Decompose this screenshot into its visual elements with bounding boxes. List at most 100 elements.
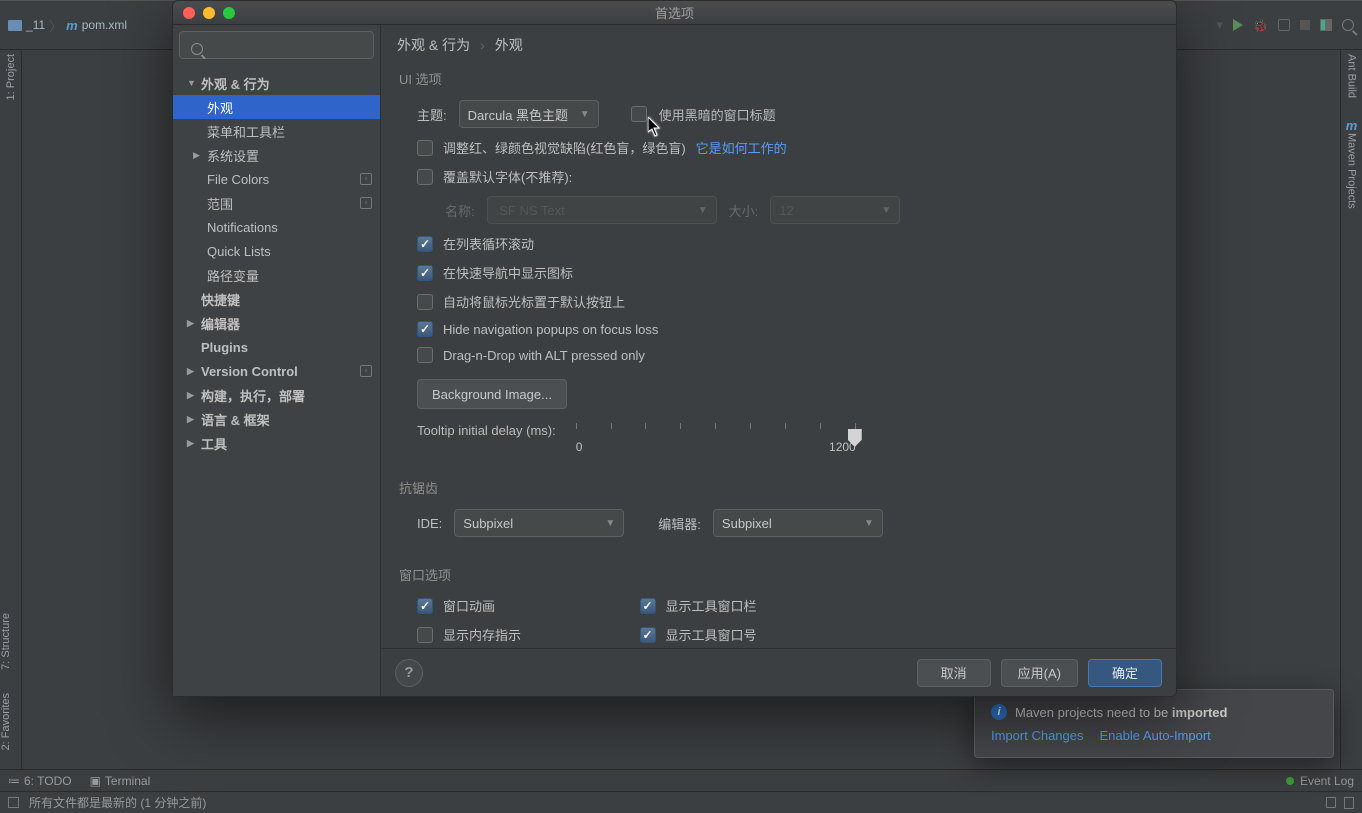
hector-icon[interactable] <box>1344 797 1354 809</box>
tooltip-delay-slider[interactable]: 01200 <box>576 423 856 454</box>
chevron-down-icon: ▼ <box>881 205 891 216</box>
coverage-icon[interactable] <box>1278 19 1290 31</box>
chevron-down-icon: ▼ <box>580 109 590 120</box>
how-it-works-link[interactable]: 它是如何工作的 <box>696 138 787 157</box>
breadcrumb-sep: 〉 <box>49 16 62 35</box>
tree-quick-lists[interactable]: Quick Lists <box>173 239 380 263</box>
show-bars-checkbox[interactable] <box>640 598 656 614</box>
aa-editor-select[interactable]: Subpixel▼ <box>713 509 883 537</box>
toolwindow-maven[interactable]: Maven Projects <box>1346 133 1358 209</box>
window-options-section: 窗口选项 <box>399 565 1158 584</box>
run-config-dropdown[interactable]: ▾ <box>1217 17 1224 33</box>
tree-vcs[interactable]: Version Control▫ <box>173 359 380 383</box>
dnd-alt-checkbox[interactable] <box>417 347 433 363</box>
todo-toolwindow[interactable]: ≔6: TODO <box>8 774 72 788</box>
settings-tree: 外观 & 行为 外观 菜单和工具栏 系统设置 File Colors▫ 范围▫ … <box>173 65 380 696</box>
maven-m-icon: m <box>1346 118 1358 133</box>
dialog-title: 首选项 <box>655 3 694 22</box>
preferences-dialog: 首选项 外观 & 行为 外观 菜单和工具栏 系统设置 File Colors▫ … <box>172 0 1177 697</box>
stop-icon[interactable] <box>1300 20 1310 30</box>
settings-search-input[interactable] <box>179 31 374 59</box>
lock-icon[interactable] <box>1326 797 1336 808</box>
font-name-label: 名称: <box>445 201 475 220</box>
ok-button[interactable]: 确定 <box>1088 659 1162 687</box>
memory-checkbox[interactable] <box>417 627 433 643</box>
tree-scopes[interactable]: 范围▫ <box>173 191 380 215</box>
maven-m-icon: m <box>66 18 78 33</box>
show-nums-checkbox[interactable] <box>640 627 656 643</box>
search-icon[interactable] <box>1342 19 1354 31</box>
import-changes-link[interactable]: Import Changes <box>991 728 1084 743</box>
font-size-select: 12▼ <box>770 196 900 224</box>
tree-lang[interactable]: 语言 & 框架 <box>173 407 380 431</box>
tree-tools[interactable]: 工具 <box>173 431 380 455</box>
ui-options-section: UI 选项 <box>399 69 1158 88</box>
use-dark-title-label: 使用黑暗的窗口标题 <box>659 105 776 124</box>
event-log[interactable]: Event Log <box>1300 774 1354 788</box>
tree-notifications[interactable]: Notifications <box>173 215 380 239</box>
project-scope-icon: ▫ <box>360 365 372 377</box>
tree-file-colors[interactable]: File Colors▫ <box>173 167 380 191</box>
enable-auto-import-link[interactable]: Enable Auto-Import <box>1100 728 1211 743</box>
project-folder-icon <box>8 20 22 31</box>
run-icon[interactable] <box>1233 19 1243 31</box>
status-dot-icon <box>1286 777 1294 785</box>
hide-nav-checkbox[interactable] <box>417 321 433 337</box>
background-image-button[interactable]: Background Image... <box>417 379 567 409</box>
tree-menus[interactable]: 菜单和工具栏 <box>173 119 380 143</box>
tooltip-delay-label: Tooltip initial delay (ms): <box>417 423 556 438</box>
theme-label: 主题: <box>417 105 447 124</box>
layout-icon[interactable] <box>1320 19 1332 31</box>
chevron-down-icon: ▼ <box>864 518 874 529</box>
tree-path-vars[interactable]: 路径变量 <box>173 263 380 287</box>
tree-plugins[interactable]: Plugins <box>173 335 380 359</box>
breadcrumb-project[interactable]: _11 <box>26 18 45 32</box>
antialiasing-section: 抗锯齿 <box>399 478 1158 497</box>
toolwindow-structure[interactable]: 7: Structure <box>0 613 12 670</box>
close-icon[interactable] <box>183 7 195 19</box>
status-text: 所有文件都是最新的 (1 分钟之前) <box>29 794 206 811</box>
help-button[interactable]: ? <box>395 659 423 687</box>
settings-breadcrumb: 外观 & 行为›外观 <box>381 25 1176 65</box>
info-icon: i <box>991 704 1007 720</box>
breadcrumb-file[interactable]: pom.xml <box>82 18 127 32</box>
toolwindow-ant[interactable]: Ant Build <box>1346 54 1358 98</box>
show-icons-checkbox[interactable] <box>417 265 433 281</box>
chevron-down-icon: ▼ <box>698 205 708 216</box>
override-font-label: 覆盖默认字体(不推荐): <box>443 167 572 186</box>
apply-button[interactable]: 应用(A) <box>1001 659 1078 687</box>
toolwindow-toggle-icon[interactable] <box>8 797 19 808</box>
font-name-select: .SF NS Text▼ <box>487 196 717 224</box>
aa-editor-label: 编辑器: <box>658 514 701 533</box>
theme-select[interactable]: Darcula 黑色主题▼ <box>459 100 599 128</box>
use-dark-title-checkbox[interactable] <box>631 106 647 122</box>
maximize-icon[interactable] <box>223 7 235 19</box>
font-size-label: 大小: <box>729 201 759 220</box>
tree-editor[interactable]: 编辑器 <box>173 311 380 335</box>
search-icon <box>191 43 203 55</box>
cyclic-scroll-checkbox[interactable] <box>417 236 433 252</box>
notification-balloon: i Maven projects need to be imported Imp… <box>974 689 1334 758</box>
animate-checkbox[interactable] <box>417 598 433 614</box>
tree-build[interactable]: 构建，执行，部署 <box>173 383 380 407</box>
cancel-button[interactable]: 取消 <box>917 659 991 687</box>
color-blind-label: 调整红、绿颜色视觉缺陷(红色盲，绿色盲) <box>443 138 686 157</box>
aa-ide-label: IDE: <box>417 516 442 531</box>
balloon-title: Maven projects need to be imported <box>1015 705 1227 720</box>
aa-ide-select[interactable]: Subpixel▼ <box>454 509 624 537</box>
tree-appearance[interactable]: 外观 <box>173 95 380 119</box>
color-blind-checkbox[interactable] <box>417 140 433 156</box>
tree-system[interactable]: 系统设置 <box>173 143 380 167</box>
chevron-down-icon: ▼ <box>605 518 615 529</box>
auto-cursor-checkbox[interactable] <box>417 294 433 310</box>
project-scope-icon: ▫ <box>360 173 372 185</box>
toolwindow-favorites[interactable]: 2: Favorites <box>0 693 12 750</box>
debug-icon[interactable] <box>1253 18 1268 33</box>
terminal-toolwindow[interactable]: ▣Terminal <box>90 774 151 788</box>
project-scope-icon: ▫ <box>360 197 372 209</box>
toolwindow-project[interactable]: 1: Project <box>5 54 17 100</box>
minimize-icon[interactable] <box>203 7 215 19</box>
tree-appearance-behavior[interactable]: 外观 & 行为 <box>173 71 380 95</box>
override-font-checkbox[interactable] <box>417 169 433 185</box>
tree-keymap[interactable]: 快捷键 <box>173 287 380 311</box>
